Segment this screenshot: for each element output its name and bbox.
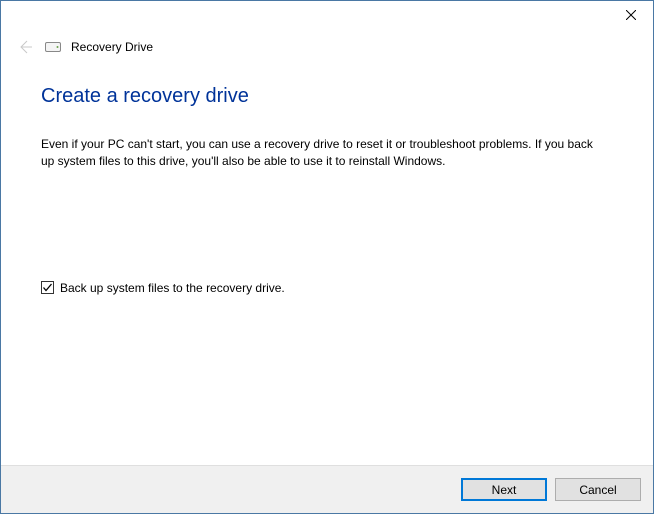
window-label: Recovery Drive <box>71 40 153 54</box>
close-button[interactable] <box>608 1 653 29</box>
page-description: Even if your PC can't start, you can use… <box>41 136 601 171</box>
backup-checkbox-label: Back up system files to the recovery dri… <box>60 281 285 295</box>
content-area: Create a recovery drive Even if your PC … <box>1 57 653 465</box>
close-icon <box>626 10 636 20</box>
back-arrow-icon <box>17 39 33 55</box>
footer: Next Cancel <box>1 465 653 513</box>
backup-checkbox-row[interactable]: Back up system files to the recovery dri… <box>41 281 613 295</box>
titlebar <box>1 1 653 31</box>
header-row: Recovery Drive <box>1 31 653 57</box>
back-button <box>15 37 35 57</box>
next-button[interactable]: Next <box>461 478 547 501</box>
cancel-button[interactable]: Cancel <box>555 478 641 501</box>
drive-icon <box>45 41 61 53</box>
recovery-drive-wizard: Recovery Drive Create a recovery drive E… <box>0 0 654 514</box>
page-title: Create a recovery drive <box>41 85 613 108</box>
checkmark-icon <box>42 282 53 293</box>
backup-checkbox[interactable] <box>41 281 54 294</box>
